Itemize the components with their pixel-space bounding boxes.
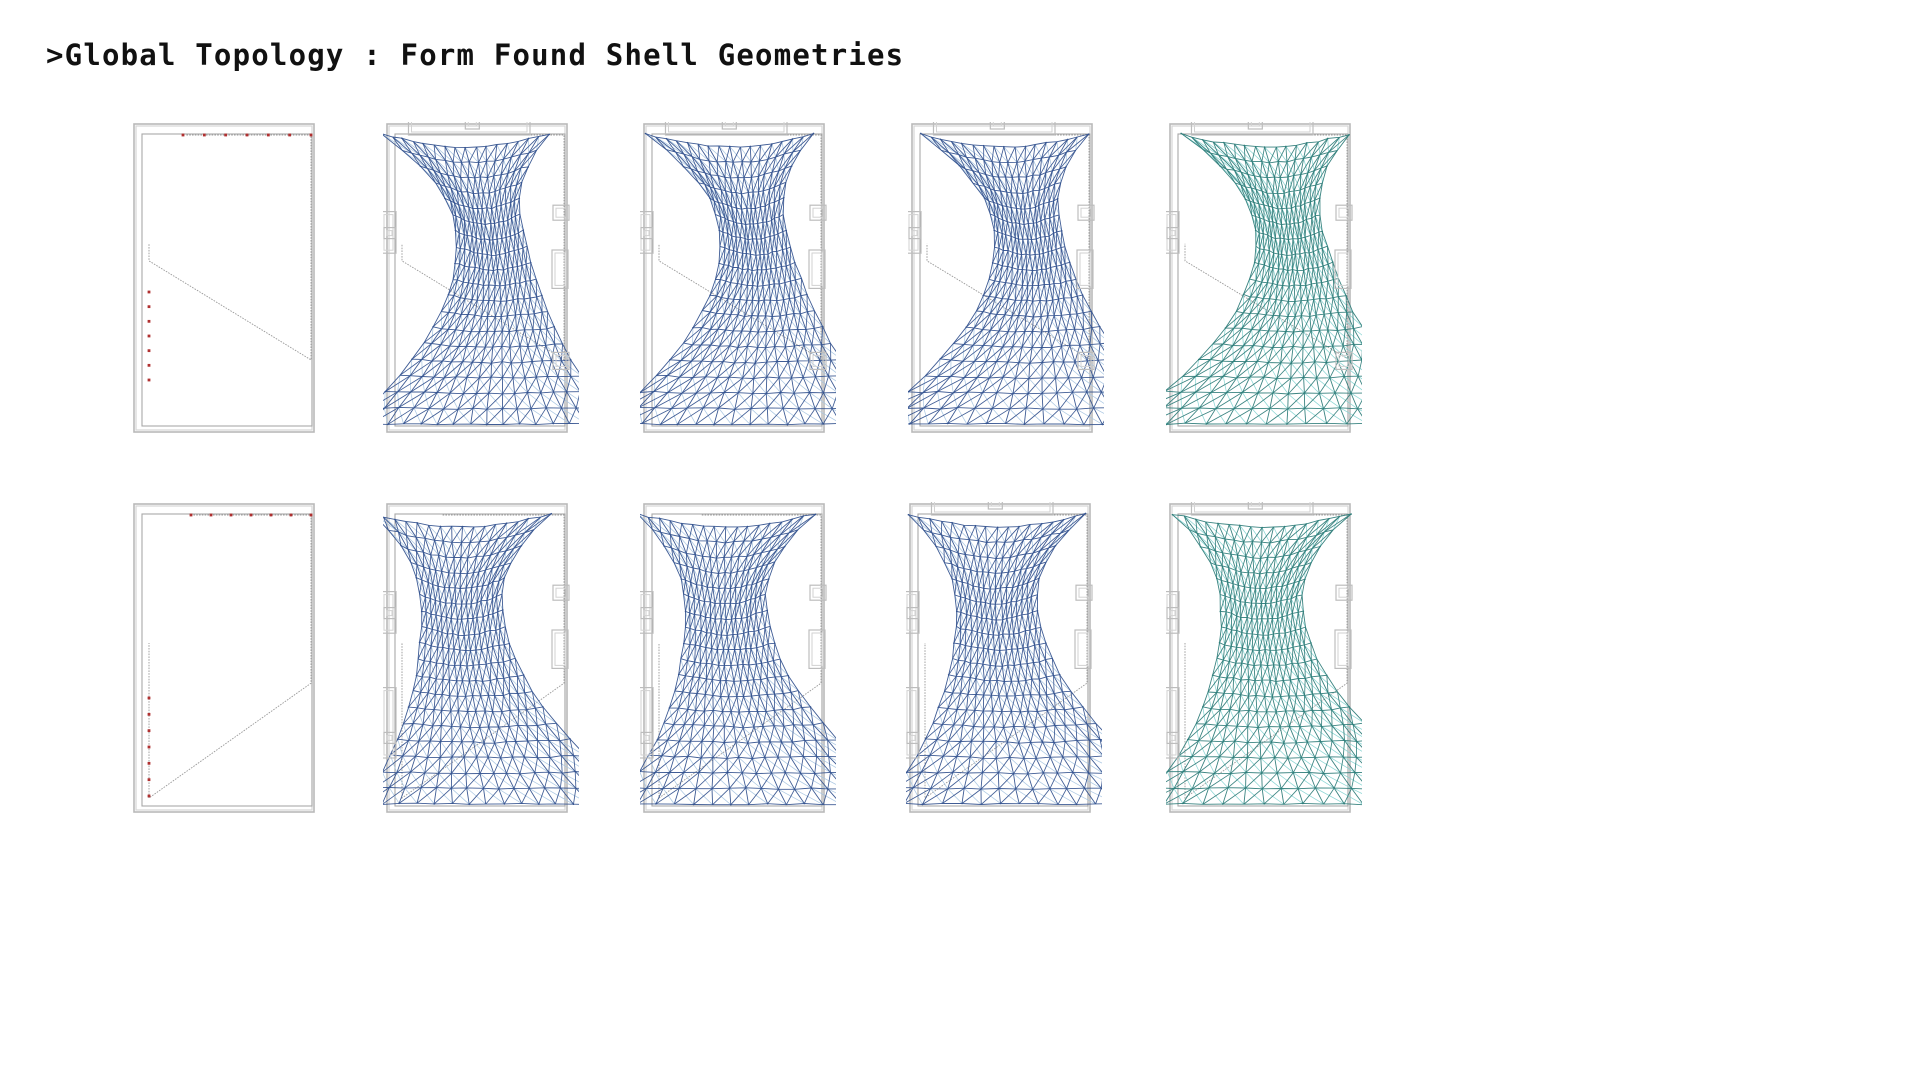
panel-r1c3[interactable] — [640, 122, 836, 442]
form-found-shell-04 — [1166, 502, 1362, 813]
form-found-shell-02 — [640, 503, 836, 813]
panel-r1c5[interactable] — [1166, 122, 1362, 442]
support-point-markers — [147, 513, 313, 798]
mesh-primary — [640, 513, 836, 806]
panel-r2c1[interactable] — [130, 502, 326, 822]
panel-frame — [643, 503, 825, 813]
mesh-primary — [906, 512, 1102, 805]
panel-frame — [133, 123, 315, 433]
panel-r1c4[interactable] — [908, 122, 1104, 442]
panel-r2c3[interactable] — [640, 502, 836, 822]
support-point-markers — [147, 133, 313, 382]
boundary-polygon — [1184, 134, 1348, 360]
form-found-shell-04 — [1166, 122, 1362, 433]
panel-r2c2[interactable] — [383, 502, 579, 822]
form-found-shell-03 — [908, 122, 1104, 433]
form-found-shell-01 — [383, 503, 579, 813]
form-found-shell-02 — [640, 122, 836, 433]
form-found-shell-03 — [906, 502, 1102, 813]
panel-r2c4[interactable] — [906, 502, 1102, 822]
panel-r1c2[interactable] — [383, 122, 579, 442]
panel-grid — [0, 0, 1920, 1080]
form-found-shell-01 — [383, 122, 579, 433]
boundary-polygon — [148, 134, 312, 361]
panel-r2c5[interactable] — [1166, 502, 1362, 822]
boundary-outline — [133, 503, 315, 813]
boundary-outline — [133, 123, 315, 433]
boundary-polygon — [148, 514, 312, 799]
panel-r1c1[interactable] — [130, 122, 326, 442]
panel-frame — [133, 503, 315, 813]
